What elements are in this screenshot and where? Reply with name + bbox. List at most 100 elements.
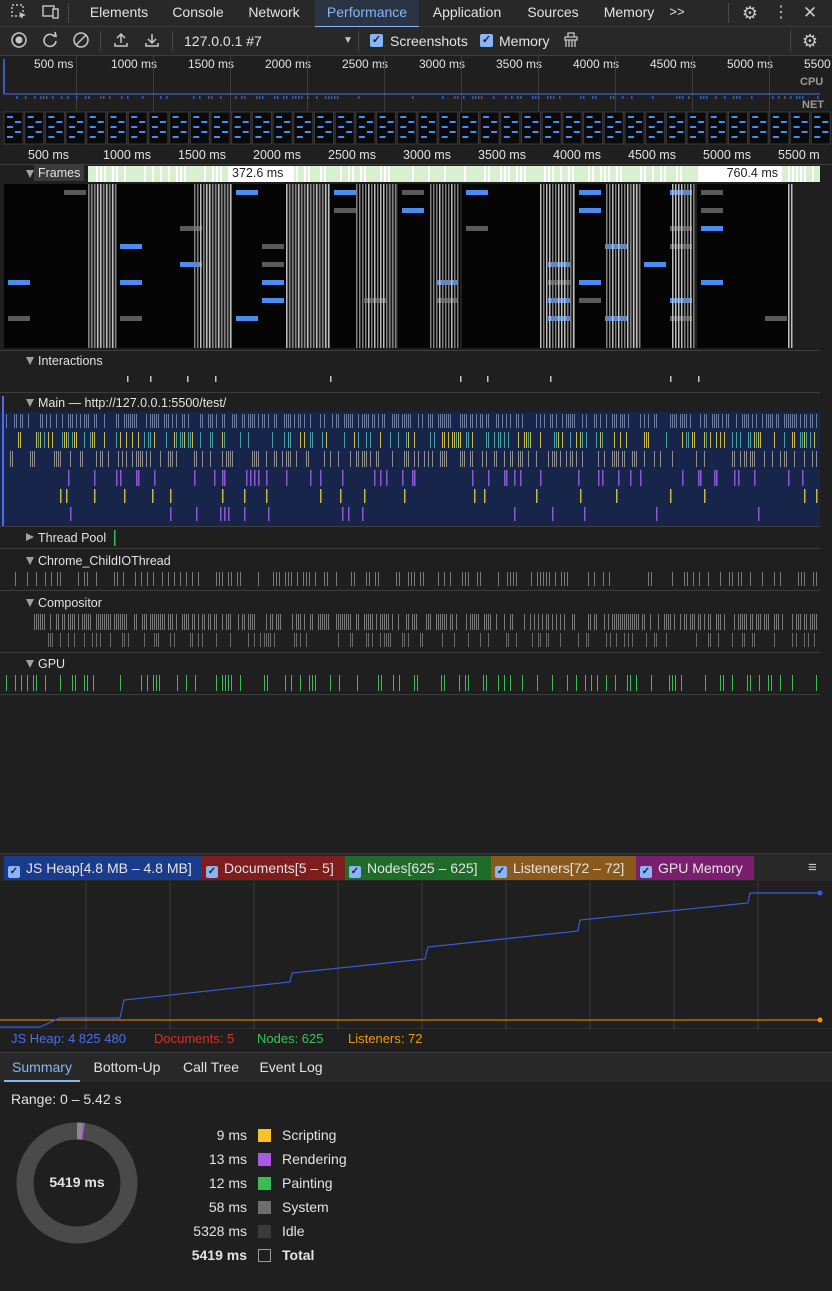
compositor-mark [320, 614, 321, 630]
memory-counter-toggle[interactable]: ✓ JS Heap[4.8 MB – 4.8 MB] [4, 856, 204, 880]
main-task-mark [744, 414, 745, 428]
childio-mark [588, 572, 589, 586]
expand-arrow-icon[interactable] [26, 357, 34, 365]
compositor-mark [508, 633, 509, 647]
timeline-overview[interactable]: 500 ms 1000 ms 1500 ms 2000 ms 2500 ms 3000 m… [0, 56, 832, 146]
frame-mark [384, 166, 386, 182]
memory-graph-canvas [0, 881, 832, 1029]
main-render-mark [802, 470, 804, 486]
compositor-mark [170, 614, 171, 630]
thumb-bubble [387, 131, 394, 133]
compositor-mark [350, 614, 351, 630]
menu-icon[interactable]: ≡ [808, 859, 817, 876]
checkbox-icon[interactable]: ✓ [8, 866, 20, 878]
tab-summary[interactable]: Summary [4, 1053, 80, 1082]
memory-counter-toggle[interactable]: ✓ Listeners[72 – 72] [491, 856, 638, 880]
tab-event-log[interactable]: Event Log [252, 1053, 330, 1082]
inspect-element-icon[interactable] [9, 3, 29, 23]
main-script-mark [452, 432, 453, 448]
compositor-mark [100, 614, 101, 630]
upload-icon[interactable] [111, 31, 131, 51]
recording-select[interactable]: 127.0.0.1 #7 [184, 33, 262, 49]
dropdown-arrow-icon[interactable]: ▼ [343, 35, 353, 46]
gpu-track-label[interactable]: GPU [38, 657, 65, 671]
childio-mark [27, 572, 28, 586]
checkbox-icon[interactable]: ✓ [349, 866, 361, 878]
compositor-mark [402, 633, 403, 647]
collapsed-arrow-icon[interactable] [26, 533, 34, 541]
thumb-bubble [276, 136, 283, 138]
main-script-mark [180, 432, 181, 448]
expand-arrow-icon[interactable] [26, 599, 34, 607]
main-task-mark [404, 414, 405, 428]
compositor-mark [52, 633, 53, 647]
childio-mark [168, 572, 169, 586]
collect-garbage-icon[interactable] [561, 31, 581, 51]
main-call-mark [100, 451, 101, 467]
tab-bottom-up[interactable]: Bottom-Up [84, 1053, 170, 1082]
memory-counter-toggle[interactable]: ✓ GPU Memory [636, 856, 754, 880]
main-task-mark [772, 414, 773, 428]
message-bubble [262, 280, 284, 285]
tab-call-tree[interactable]: Call Tree [176, 1053, 246, 1082]
main-script-mark [74, 432, 75, 448]
thumb-bubble [449, 131, 456, 133]
memory-counter-toggle[interactable]: ✓ Nodes[625 – 625] [345, 856, 493, 880]
childio-mark [162, 572, 163, 586]
tab-console[interactable]: Console [162, 0, 234, 26]
tab-memory[interactable]: Memory [594, 0, 664, 26]
main-script-mark [398, 432, 399, 448]
clear-icon[interactable] [71, 31, 91, 51]
tab-application[interactable]: Application [422, 0, 512, 26]
expand-arrow-icon[interactable] [26, 557, 34, 565]
checkbox-icon[interactable]: ✓ [640, 866, 652, 878]
frame-duration-2[interactable]: 760.4 ms [698, 166, 782, 182]
reload-record-icon[interactable] [40, 31, 60, 51]
compositor-mark [716, 614, 717, 630]
more-tabs-icon[interactable]: >> [666, 0, 688, 26]
childio-mark [816, 572, 817, 586]
interactions-track-label[interactable]: Interactions [38, 354, 103, 368]
frame-duration-1[interactable]: 372.6 ms [228, 166, 292, 182]
childio-track-label[interactable]: Chrome_ChildIOThread [38, 554, 171, 568]
tab-elements[interactable]: Elements [80, 0, 158, 26]
compositor-mark [78, 614, 79, 630]
expand-arrow-icon[interactable] [26, 399, 34, 407]
frame-separator-mark [558, 184, 560, 348]
tab-performance[interactable]: Performance [315, 0, 419, 28]
compositor-mark [452, 614, 453, 630]
memory-graph[interactable] [0, 881, 832, 1029]
record-icon[interactable] [9, 31, 29, 51]
expand-arrow-icon[interactable] [26, 660, 34, 668]
checkbox-icon[interactable]: ✓ [495, 866, 507, 878]
capture-settings-icon[interactable]: ⚙ [800, 31, 820, 51]
screenshots-checkbox[interactable]: ✓ [370, 34, 383, 47]
thumb-bubble [139, 131, 146, 133]
thread-pool-track-label[interactable]: Thread Pool [38, 531, 106, 545]
checkbox-icon[interactable]: ✓ [206, 866, 218, 878]
color-swatch [258, 1177, 271, 1190]
settings-gear-icon[interactable]: ⚙ [740, 3, 760, 23]
tab-network[interactable]: Network [238, 0, 310, 26]
expand-arrow-icon[interactable] [26, 170, 34, 178]
tab-sources[interactable]: Sources [515, 0, 591, 26]
main-script-mark [648, 432, 649, 448]
more-options-icon[interactable]: ⋮ [771, 3, 791, 23]
main-thread-track-label[interactable]: Main — http://127.0.0.1:5500/test/ [38, 396, 226, 410]
close-icon[interactable]: ✕ [800, 3, 820, 23]
download-icon[interactable] [142, 31, 162, 51]
gpu-mark [417, 675, 418, 691]
message-bubble [644, 262, 666, 267]
compositor-track-label[interactable]: Compositor [38, 596, 102, 610]
main-script-mark [620, 432, 621, 448]
compositor-mark [456, 614, 457, 630]
frame-mark [812, 166, 814, 182]
memory-checkbox[interactable]: ✓ [480, 34, 493, 47]
frames-track-header[interactable]: Frames [34, 165, 85, 181]
compositor-mark [516, 633, 517, 647]
main-task-mark [470, 414, 471, 428]
ruler-tick-label: 3500 ms [478, 148, 526, 162]
memory-counter-toggle[interactable]: ✓ Documents[5 – 5] [202, 856, 347, 880]
compositor-mark [122, 633, 123, 647]
device-toolbar-icon[interactable] [40, 3, 60, 23]
